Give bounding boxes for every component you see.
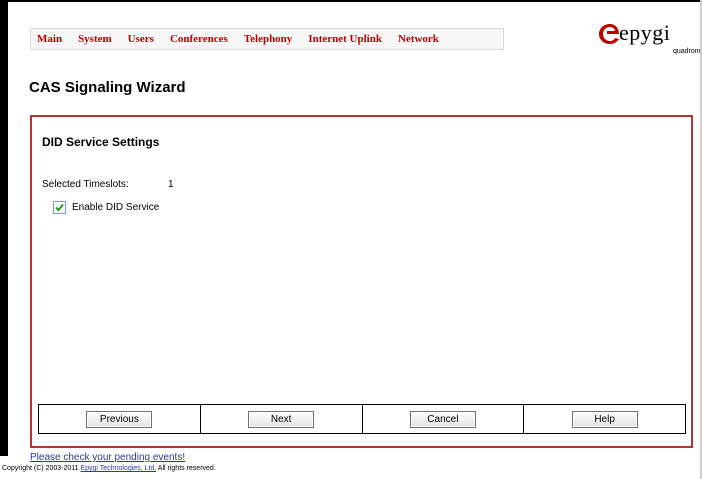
next-button[interactable]: Next [248,410,315,428]
menu-item-telephony[interactable]: Telephony [238,33,299,45]
help-button[interactable]: Help [571,410,638,428]
enable-did-checkbox[interactable] [53,201,66,214]
menu-item-main[interactable]: Main [31,33,68,45]
company-link[interactable]: Epygi Technologies, Ltd. [80,465,156,472]
wizard-panel: DID Service Settings Selected Timeslots:… [30,115,693,448]
copyright-suffix: All rights reserved. [156,465,216,472]
selected-timeslots-label: Selected Timeslots: [42,179,129,190]
copyright-prefix: Copyright (C) 2003-2011 [2,465,81,472]
epygi-logo: epygi quadrom [597,20,701,62]
menu-item-network[interactable]: Network [392,33,445,45]
left-border [0,0,8,456]
button-cell-next: Next [201,405,363,433]
logo-wordmark: epygi [619,20,671,45]
cancel-button[interactable]: Cancel [409,410,476,428]
top-border [0,0,702,2]
menu-item-users[interactable]: Users [122,33,160,45]
section-title: DID Service Settings [42,135,160,149]
logo-subtitle: quadrom [673,48,701,55]
page-frame: Main System Users Conferences Telephony … [0,0,702,479]
previous-button[interactable]: Previous [86,410,153,428]
button-cell-cancel: Cancel [363,405,525,433]
menu-item-internet-uplink[interactable]: Internet Uplink [302,33,388,45]
menu-item-conferences[interactable]: Conferences [164,33,234,45]
wizard-button-row: Previous Next Cancel Help [38,404,686,434]
main-menu-bar: Main System Users Conferences Telephony … [30,28,504,50]
enable-did-label[interactable]: Enable DID Service [72,202,159,213]
menu-item-system[interactable]: System [72,33,118,45]
checkmark-icon [55,203,64,212]
page-title: CAS Signaling Wizard [29,79,186,96]
selected-timeslots-value: 1 [168,179,174,190]
pending-events-link[interactable]: Please check your pending events! [30,452,185,463]
button-cell-help: Help [524,405,685,433]
copyright-text: Copyright (C) 2003-2011 Epygi Technologi… [2,465,216,472]
button-cell-previous: Previous [39,405,201,433]
